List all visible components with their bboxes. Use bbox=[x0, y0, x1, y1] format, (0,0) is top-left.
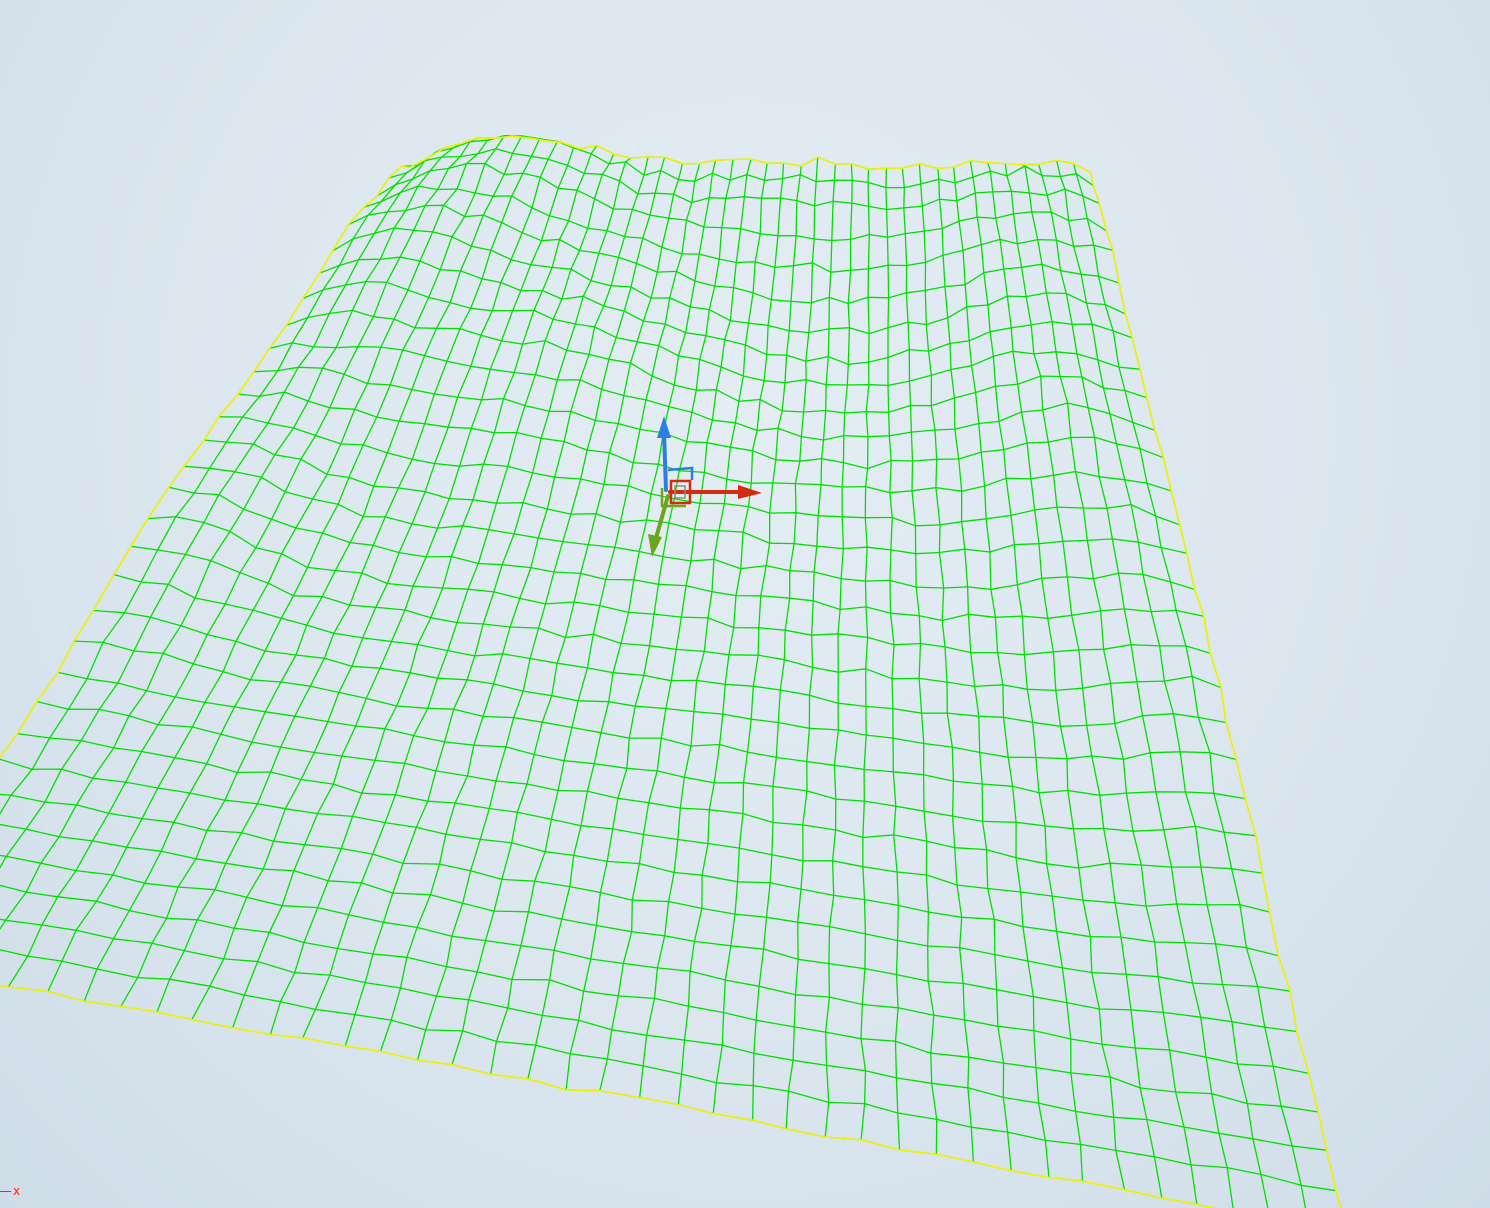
mesh-row-line bbox=[363, 185, 1114, 273]
mesh-column-line bbox=[344, 157, 632, 1047]
mesh-column-line bbox=[120, 135, 530, 1007]
mesh-row-line bbox=[204, 439, 1187, 555]
gizmo-x-axis-arrow[interactable] bbox=[668, 485, 762, 499]
mesh-column-line bbox=[1055, 160, 1269, 1208]
mesh-column-line bbox=[302, 153, 615, 1039]
axis-indicator-line bbox=[0, 1190, 11, 1192]
mesh-row-line bbox=[36, 700, 1263, 874]
mesh-column-line bbox=[752, 157, 819, 1121]
mesh-column-line bbox=[1072, 163, 1307, 1208]
mesh-row-line bbox=[93, 609, 1237, 761]
mesh-column-line bbox=[901, 168, 938, 1155]
mesh-column-line bbox=[677, 162, 785, 1105]
mesh-row-line bbox=[73, 640, 1246, 800]
mesh-row-line bbox=[0, 949, 1336, 1192]
mesh-column-line bbox=[156, 138, 546, 1013]
mesh-column-line bbox=[712, 165, 802, 1114]
mesh-column-line bbox=[379, 156, 649, 1052]
mesh-column-line bbox=[0, 142, 462, 931]
mesh-column-line bbox=[527, 160, 717, 1079]
mesh-row-line bbox=[168, 486, 1204, 622]
mesh-row-line bbox=[401, 134, 1094, 189]
mesh-column-line bbox=[0, 147, 446, 869]
mesh-column-line bbox=[918, 163, 975, 1163]
mesh-column-line bbox=[860, 169, 870, 1140]
mesh-row-line bbox=[0, 985, 1218, 1208]
axis-indicator-label: x bbox=[13, 1184, 21, 1198]
mesh-row-line bbox=[376, 162, 1107, 242]
mesh-column-line bbox=[969, 160, 1084, 1182]
transform-gizmo-icon[interactable] bbox=[648, 416, 762, 557]
mesh-column-line bbox=[231, 147, 580, 1029]
gizmo-z-axis-arrow[interactable] bbox=[657, 416, 671, 492]
3d-viewport[interactable] bbox=[0, 0, 1490, 1208]
mesh-column-line bbox=[269, 145, 598, 1035]
mesh-row-line bbox=[269, 342, 1155, 441]
mesh-row-line bbox=[332, 227, 1126, 335]
mesh-column-line bbox=[489, 163, 701, 1075]
axis-orientation-indicator: x bbox=[0, 1182, 20, 1200]
mesh-column-line bbox=[7, 137, 478, 988]
mesh-row-line bbox=[130, 545, 1222, 692]
terrain-wireframe-mesh[interactable] bbox=[0, 134, 1346, 1208]
mesh-row-line bbox=[57, 671, 1256, 837]
mesh-column-line bbox=[953, 166, 1050, 1178]
mesh-row-line bbox=[0, 884, 1319, 1113]
mesh-row-line bbox=[113, 573, 1227, 727]
mesh-column-line bbox=[639, 163, 768, 1098]
mesh-column-line bbox=[885, 168, 901, 1150]
mesh-column-line bbox=[1004, 163, 1163, 1199]
scene-canvas[interactable] bbox=[0, 0, 1490, 1208]
mesh-row-line bbox=[319, 256, 1133, 365]
